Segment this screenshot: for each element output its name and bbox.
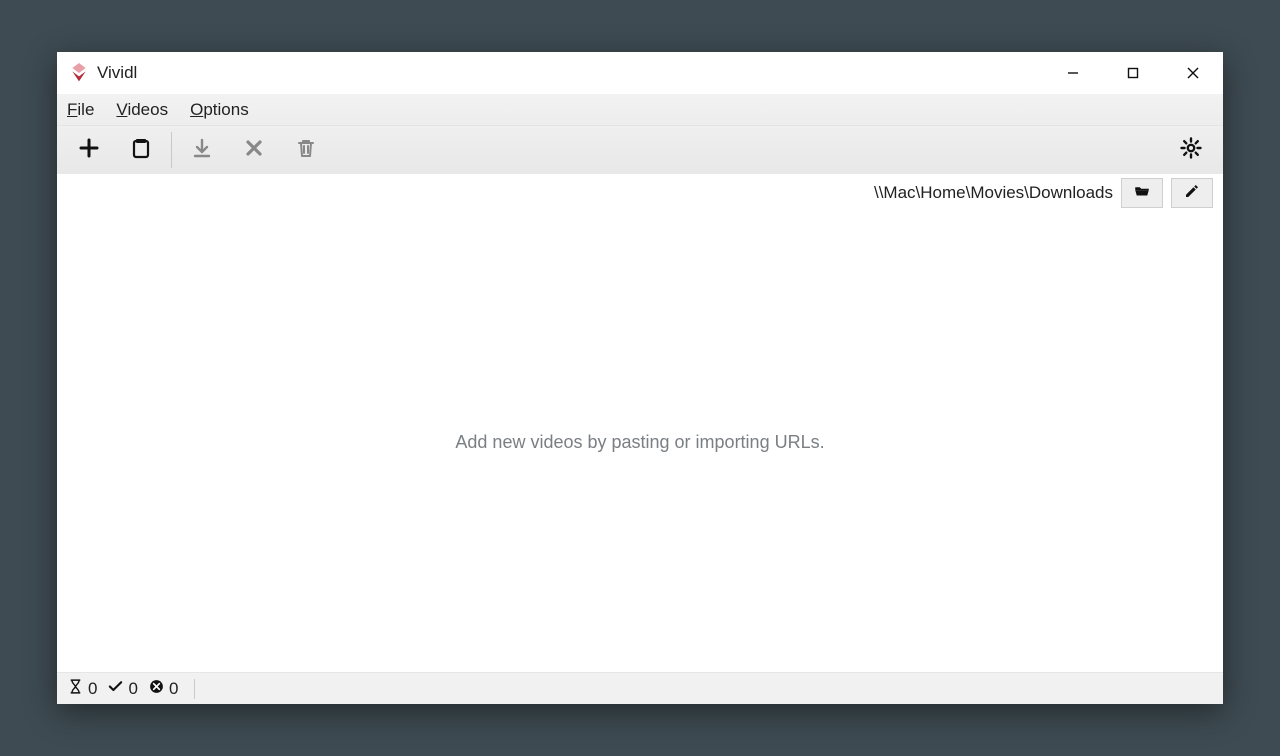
gear-icon xyxy=(1179,136,1203,164)
error-icon xyxy=(148,678,165,700)
status-error-count: 0 xyxy=(169,679,178,699)
app-icon xyxy=(69,63,89,83)
hourglass-icon xyxy=(67,678,84,700)
plus-icon xyxy=(77,136,101,164)
edit-path-button[interactable] xyxy=(1171,178,1213,208)
menu-options[interactable]: Options xyxy=(190,100,249,120)
close-button[interactable] xyxy=(1163,52,1223,94)
open-folder-button[interactable] xyxy=(1121,178,1163,208)
download-path: \\Mac\Home\Movies\Downloads xyxy=(874,183,1113,203)
x-icon xyxy=(242,136,266,164)
toolbar xyxy=(57,126,1223,174)
cancel-button[interactable] xyxy=(228,126,280,174)
download-icon xyxy=(190,136,214,164)
trash-icon xyxy=(294,136,318,164)
status-pending: 0 xyxy=(67,678,97,700)
delete-button[interactable] xyxy=(280,126,332,174)
menubar: File Videos Options xyxy=(57,94,1223,126)
clipboard-icon xyxy=(129,136,153,164)
menu-options-rest: ptions xyxy=(203,100,248,119)
minimize-button[interactable] xyxy=(1043,52,1103,94)
content-area: Add new videos by pasting or importing U… xyxy=(57,212,1223,672)
settings-button[interactable] xyxy=(1165,126,1217,174)
status-error: 0 xyxy=(148,678,178,700)
download-button[interactable] xyxy=(176,126,228,174)
paste-button[interactable] xyxy=(115,126,167,174)
toolbar-separator xyxy=(171,132,172,168)
pathbar: \\Mac\Home\Movies\Downloads xyxy=(57,174,1223,212)
status-done-count: 0 xyxy=(128,679,137,699)
window-title: Vividl xyxy=(97,63,137,83)
status-pending-count: 0 xyxy=(88,679,97,699)
menu-videos-rest: ideos xyxy=(127,100,168,119)
titlebar: Vividl xyxy=(57,52,1223,94)
status-separator xyxy=(194,679,195,699)
add-button[interactable] xyxy=(63,126,115,174)
check-icon xyxy=(107,678,124,700)
status-done: 0 xyxy=(107,678,137,700)
menu-file[interactable]: File xyxy=(67,100,94,120)
menu-videos[interactable]: Videos xyxy=(116,100,168,120)
window-controls xyxy=(1043,52,1223,94)
folder-icon xyxy=(1133,182,1151,204)
empty-state-text: Add new videos by pasting or importing U… xyxy=(455,432,824,453)
app-window: Vividl File Videos Options xyxy=(57,52,1223,704)
statusbar: 0 0 0 xyxy=(57,672,1223,704)
pencil-icon xyxy=(1183,182,1201,204)
menu-file-rest: ile xyxy=(77,100,94,119)
maximize-button[interactable] xyxy=(1103,52,1163,94)
